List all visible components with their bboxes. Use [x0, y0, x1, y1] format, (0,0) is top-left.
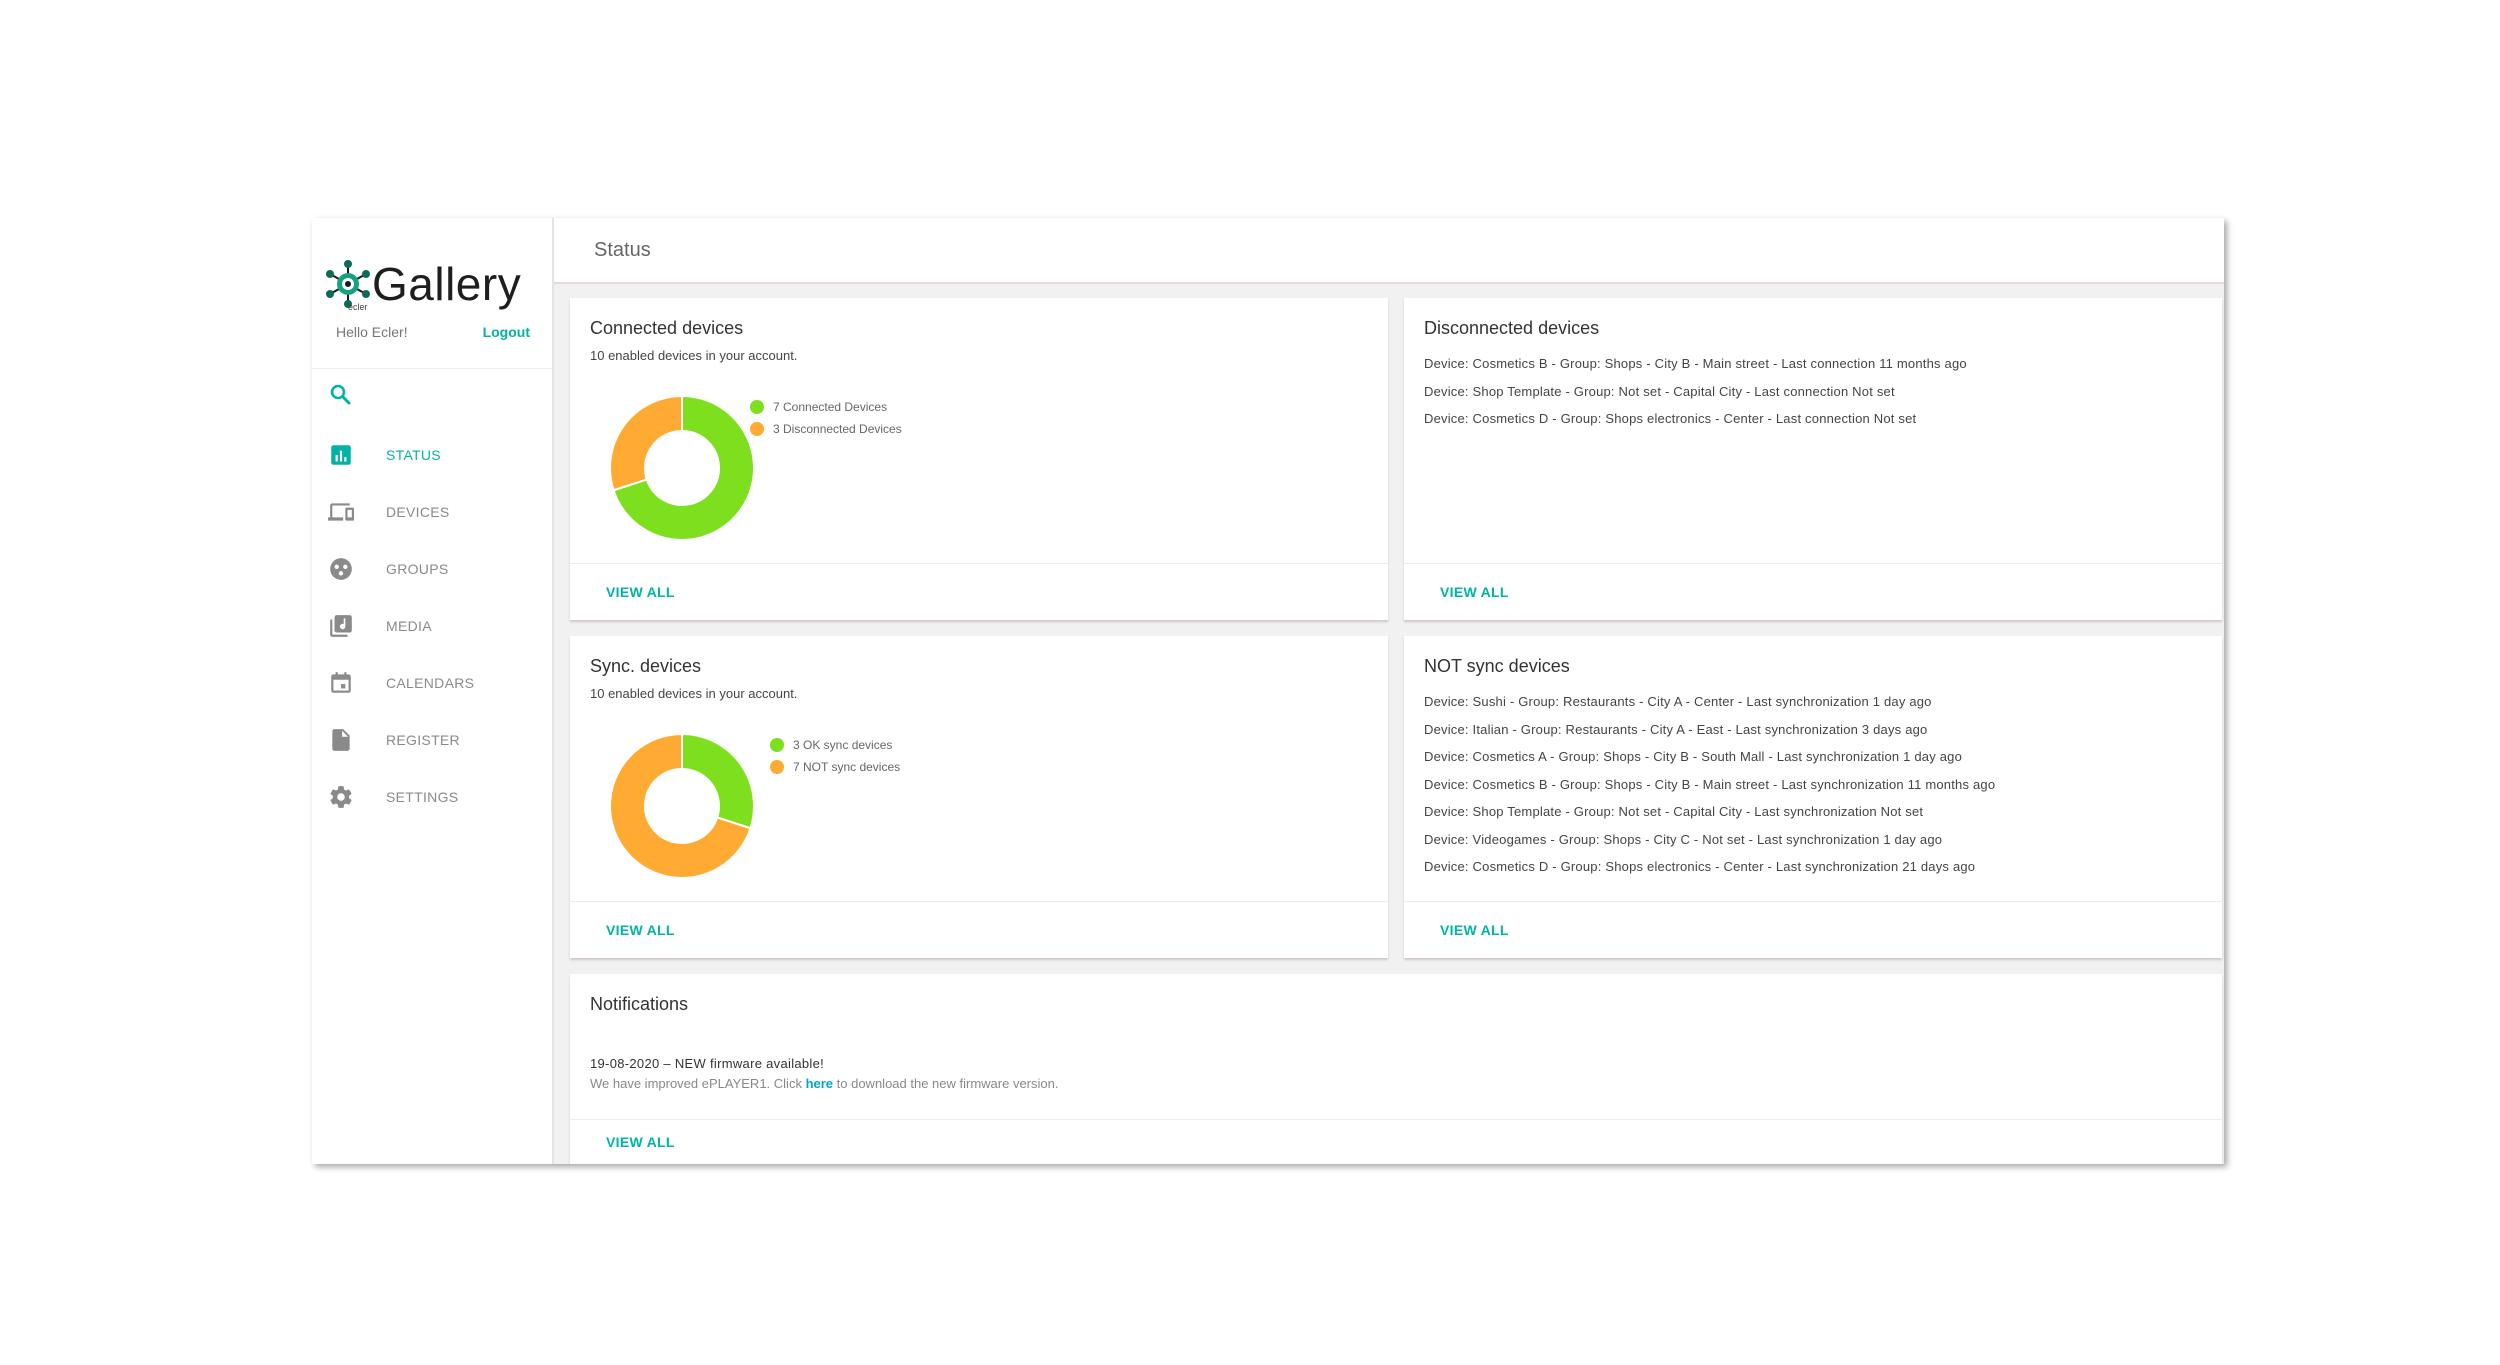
- app-window: Gallery ecler Hello Ecler! Logout STATUS: [312, 218, 2224, 1164]
- sidebar-item-label: MEDIA: [386, 617, 432, 634]
- sidebar-item-label: GROUPS: [386, 560, 449, 577]
- sidebar-item-label: SETTINGS: [386, 788, 459, 805]
- card-title: Disconnected devices: [1424, 318, 1600, 338]
- sidebar-item-label: STATUS: [386, 446, 441, 463]
- list-item: Device: Videogames - Group: Shops - City…: [1424, 831, 1943, 847]
- card-title: Notifications: [590, 994, 689, 1014]
- sidebar-divider: [312, 368, 552, 369]
- not-sync-devices-list: Device: Sushi - Group: Restaurants - Cit…: [1424, 694, 1995, 887]
- disconnected-devices-card: Disconnected devices Device: Cosmetics B…: [1404, 298, 2222, 620]
- legend-label: 3 OK sync devices: [793, 738, 893, 752]
- document-icon: [332, 728, 350, 751]
- app-name: Gallery: [372, 258, 522, 310]
- legend-swatch: [770, 738, 784, 752]
- list-item: Device: Cosmetics B - Group: Shops - Cit…: [1424, 776, 1996, 792]
- card-footer: VIEW ALL: [570, 563, 1388, 620]
- sidebar-item-label: REGISTER: [386, 731, 460, 748]
- devices-icon: [328, 502, 354, 521]
- legend-item: 3 Disconnected Devices: [750, 418, 902, 440]
- list-item: Device: Italian - Group: Restaurants - C…: [1424, 721, 1928, 737]
- legend-swatch: [750, 400, 764, 414]
- notification-text: to download the new firmware version.: [833, 1076, 1059, 1091]
- logout-link[interactable]: Logout: [483, 324, 530, 340]
- page-title: Status: [594, 239, 651, 261]
- sync-devices-card: Sync. devices 10 enabled devices in your…: [570, 636, 1388, 958]
- legend-label: 3 Disconnected Devices: [773, 422, 902, 436]
- calendar-icon: [331, 671, 351, 693]
- card-title: Connected devices: [590, 318, 744, 338]
- sidebar-item-media[interactable]: MEDIA: [312, 597, 552, 654]
- not-sync-devices-card: NOT sync devices Device: Sushi - Group: …: [1404, 636, 2222, 958]
- card-footer: VIEW ALL: [1404, 901, 2222, 958]
- firmware-download-link[interactable]: here: [806, 1076, 833, 1091]
- top-bar: Status: [554, 218, 2224, 284]
- search-icon[interactable]: [328, 382, 352, 406]
- sidebar-item-settings[interactable]: SETTINGS: [312, 768, 552, 825]
- chart-legend: 3 OK sync devices 7 NOT sync devices: [770, 734, 900, 778]
- legend-item: 3 OK sync devices: [770, 734, 900, 756]
- legend-item: 7 Connected Devices: [750, 396, 902, 418]
- view-all-not-sync-button[interactable]: VIEW ALL: [1440, 922, 1509, 938]
- list-item: Device: Cosmetics D - Group: Shops elect…: [1424, 859, 1976, 874]
- sidebar-nav: STATUS DEVICES GROUPS MEDIA CALENDARS RE…: [312, 426, 552, 825]
- list-item: Device: Shop Template - Group: Not set -…: [1424, 383, 1895, 399]
- sidebar-item-status[interactable]: STATUS: [312, 426, 552, 483]
- legend-item: 7 NOT sync devices: [770, 756, 900, 778]
- sidebar-item-register[interactable]: REGISTER: [312, 711, 552, 768]
- connected-devices-donut-chart: [609, 394, 755, 541]
- sidebar: Gallery ecler Hello Ecler! Logout STATUS: [312, 218, 554, 1164]
- sync-devices-donut-chart: [609, 732, 755, 879]
- notification-message: We have improved ePLAYER1. Click here to…: [590, 1076, 1058, 1091]
- media-library-icon: [330, 614, 352, 637]
- connected-devices-card: Connected devices 10 enabled devices in …: [570, 298, 1388, 620]
- view-all-disconnected-button[interactable]: VIEW ALL: [1440, 584, 1509, 600]
- card-footer: VIEW ALL: [570, 1119, 2222, 1158]
- card-subtitle: 10 enabled devices in your account.: [590, 348, 798, 363]
- groups-icon: [330, 557, 352, 580]
- gear-icon: [330, 785, 352, 808]
- notifications-card: Notifications 19-08-2020 – NEW firmware …: [570, 974, 2222, 1164]
- sidebar-item-label: CALENDARS: [386, 674, 475, 691]
- list-item: Device: Cosmetics D - Group: Shops elect…: [1424, 411, 1917, 426]
- bar-chart-icon: [331, 444, 351, 465]
- card-footer: VIEW ALL: [570, 901, 1388, 958]
- greeting: Hello Ecler!: [336, 324, 408, 340]
- legend-label: 7 Connected Devices: [773, 400, 888, 414]
- notification-headline: 19-08-2020 – NEW firmware available!: [590, 1056, 825, 1071]
- donut-slice-ok-sync-devices: [681, 732, 755, 830]
- legend-swatch: [770, 760, 784, 774]
- card-footer: VIEW ALL: [1404, 563, 2222, 620]
- list-item: Device: Shop Template - Group: Not set -…: [1424, 804, 1924, 819]
- list-item: Device: Sushi - Group: Restaurants - Cit…: [1424, 694, 1932, 709]
- sidebar-item-calendars[interactable]: CALENDARS: [312, 654, 552, 711]
- card-title: NOT sync devices: [1424, 656, 1570, 676]
- sidebar-item-devices[interactable]: DEVICES: [312, 483, 552, 540]
- sidebar-item-groups[interactable]: GROUPS: [312, 540, 552, 597]
- view-all-connected-button[interactable]: VIEW ALL: [606, 584, 675, 600]
- notification-text: We have improved ePLAYER1. Click: [590, 1076, 806, 1091]
- legend-swatch: [750, 422, 764, 436]
- donut-slice-disconnected-devices: [609, 394, 683, 492]
- legend-label: 7 NOT sync devices: [793, 760, 901, 774]
- view-all-sync-button[interactable]: VIEW ALL: [606, 922, 675, 938]
- card-title: Sync. devices: [590, 656, 702, 676]
- logo-subtitle: ecler: [348, 302, 368, 312]
- disconnected-devices-list: Device: Cosmetics B - Group: Shops - Cit…: [1424, 356, 1967, 439]
- view-all-notifications-button[interactable]: VIEW ALL: [606, 1134, 675, 1150]
- chart-legend: 7 Connected Devices 3 Disconnected Devic…: [750, 396, 902, 440]
- list-item: Device: Cosmetics B - Group: Shops - Cit…: [1424, 356, 1967, 371]
- main-content: Status Connected devices 10 enabled devi…: [554, 218, 2224, 1164]
- sidebar-item-label: DEVICES: [386, 503, 450, 520]
- list-item: Device: Cosmetics A - Group: Shops - Cit…: [1424, 749, 1963, 764]
- card-subtitle: 10 enabled devices in your account.: [590, 686, 798, 701]
